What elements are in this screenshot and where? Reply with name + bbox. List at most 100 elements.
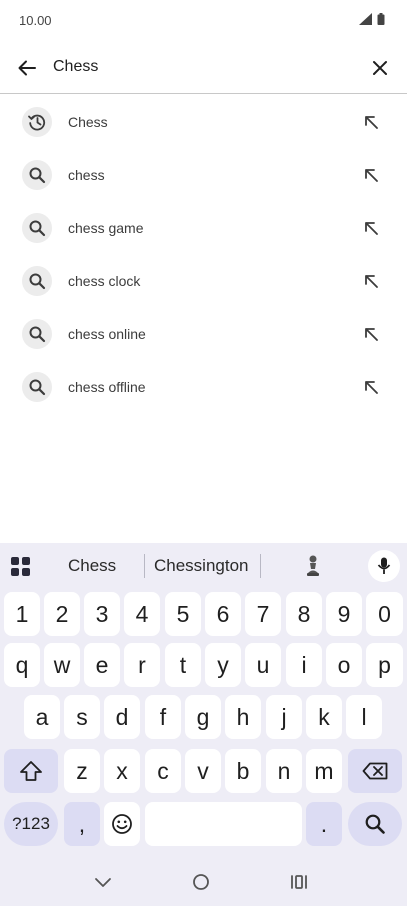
key-9[interactable]: 9 bbox=[326, 592, 362, 636]
key-g[interactable]: g bbox=[185, 695, 221, 739]
fill-query-button[interactable] bbox=[361, 324, 381, 344]
arrow-up-left-icon bbox=[365, 169, 378, 182]
status-icons bbox=[359, 13, 385, 25]
emoji-key[interactable] bbox=[104, 802, 140, 846]
key-l[interactable]: l bbox=[346, 695, 382, 739]
key-h[interactable]: h bbox=[225, 695, 261, 739]
emoji-icon bbox=[112, 814, 132, 834]
word-suggestion[interactable]: Chess bbox=[68, 556, 116, 576]
chess-pawn-icon[interactable] bbox=[303, 554, 323, 578]
suggestion-item[interactable]: chess clock bbox=[0, 254, 407, 307]
nav-back-button[interactable] bbox=[90, 870, 116, 894]
nav-home-button[interactable] bbox=[188, 870, 214, 894]
suggestion-item[interactable]: Chess bbox=[0, 95, 407, 148]
key-d[interactable]: d bbox=[104, 695, 140, 739]
suggestion-label: Chess bbox=[68, 114, 108, 130]
fill-query-button[interactable] bbox=[361, 218, 381, 238]
battery-icon bbox=[377, 13, 385, 25]
fill-query-button[interactable] bbox=[361, 377, 381, 397]
key-5[interactable]: 5 bbox=[165, 592, 201, 636]
key-v[interactable]: v bbox=[185, 749, 221, 793]
search-key[interactable] bbox=[348, 802, 402, 846]
key-6[interactable]: 6 bbox=[205, 592, 241, 636]
key-t[interactable]: t bbox=[165, 643, 201, 687]
suggestion-divider bbox=[260, 554, 261, 578]
backspace-key[interactable] bbox=[348, 749, 402, 793]
symbols-key[interactable]: ?123 bbox=[4, 802, 58, 846]
apps-grid-button[interactable] bbox=[10, 555, 32, 577]
key-k[interactable]: k bbox=[306, 695, 342, 739]
grid-icon bbox=[11, 557, 30, 576]
backspace-icon bbox=[362, 762, 388, 780]
arrow-up-left-icon bbox=[365, 328, 378, 341]
key-7[interactable]: 7 bbox=[245, 592, 281, 636]
search-icon bbox=[22, 160, 52, 190]
space-key[interactable] bbox=[145, 802, 302, 846]
suggestion-item[interactable]: chess bbox=[0, 148, 407, 201]
search-icon bbox=[22, 372, 52, 402]
key-r[interactable]: r bbox=[124, 643, 160, 687]
history-icon bbox=[22, 107, 52, 137]
search-icon bbox=[365, 814, 385, 834]
key-1[interactable]: 1 bbox=[4, 592, 40, 636]
key-z[interactable]: z bbox=[64, 749, 100, 793]
key-w[interactable]: w bbox=[44, 643, 80, 687]
voice-input-button[interactable] bbox=[368, 550, 400, 582]
key-j[interactable]: j bbox=[266, 695, 302, 739]
search-icon bbox=[22, 266, 52, 296]
comma-key[interactable]: , bbox=[64, 802, 100, 846]
recents-icon bbox=[291, 875, 307, 889]
suggestion-label: chess clock bbox=[68, 273, 141, 289]
suggestion-label: chess bbox=[68, 167, 105, 183]
key-2[interactable]: 2 bbox=[44, 592, 80, 636]
keyboard-suggestion-strip: Chess Chessington bbox=[0, 543, 407, 589]
arrow-up-left-icon bbox=[365, 381, 378, 394]
search-icon bbox=[22, 319, 52, 349]
key-q[interactable]: q bbox=[4, 643, 40, 687]
key-i[interactable]: i bbox=[286, 643, 322, 687]
home-circle-icon bbox=[193, 874, 209, 890]
key-4[interactable]: 4 bbox=[124, 592, 160, 636]
suggestion-item[interactable]: chess game bbox=[0, 201, 407, 254]
suggestion-item[interactable]: chess offline bbox=[0, 360, 407, 413]
word-suggestion[interactable]: Chessington bbox=[154, 556, 249, 576]
key-e[interactable]: e bbox=[84, 643, 120, 687]
key-m[interactable]: m bbox=[306, 749, 342, 793]
microphone-icon bbox=[377, 557, 391, 574]
period-key[interactable]: . bbox=[306, 802, 342, 846]
key-o[interactable]: o bbox=[326, 643, 362, 687]
key-u[interactable]: u bbox=[245, 643, 281, 687]
back-button[interactable] bbox=[12, 53, 42, 83]
fill-query-button[interactable] bbox=[361, 165, 381, 185]
key-3[interactable]: 3 bbox=[84, 592, 120, 636]
suggestion-list: Chess chess chess game chess clock chess… bbox=[0, 95, 407, 413]
key-8[interactable]: 8 bbox=[286, 592, 322, 636]
signal-icon bbox=[359, 13, 372, 25]
nav-recents-button[interactable] bbox=[286, 870, 312, 894]
suggestion-item[interactable]: chess online bbox=[0, 307, 407, 360]
shift-icon bbox=[20, 761, 42, 781]
shift-key[interactable] bbox=[4, 749, 58, 793]
key-0[interactable]: 0 bbox=[366, 592, 403, 636]
search-icon bbox=[22, 213, 52, 243]
arrow-up-left-icon bbox=[365, 116, 378, 129]
key-x[interactable]: x bbox=[104, 749, 140, 793]
clear-search-button[interactable] bbox=[365, 53, 395, 83]
key-n[interactable]: n bbox=[266, 749, 302, 793]
key-y[interactable]: y bbox=[205, 643, 241, 687]
key-s[interactable]: s bbox=[64, 695, 100, 739]
fill-query-button[interactable] bbox=[361, 271, 381, 291]
arrow-back-icon bbox=[18, 60, 36, 76]
suggestion-label: chess online bbox=[68, 326, 146, 342]
search-input[interactable]: Chess bbox=[53, 58, 98, 76]
key-b[interactable]: b bbox=[225, 749, 261, 793]
key-a[interactable]: a bbox=[24, 695, 60, 739]
key-c[interactable]: c bbox=[145, 749, 181, 793]
status-bar: 10.00 bbox=[0, 0, 407, 42]
arrow-up-left-icon bbox=[365, 222, 378, 235]
key-p[interactable]: p bbox=[366, 643, 403, 687]
fill-query-button[interactable] bbox=[361, 112, 381, 132]
key-f[interactable]: f bbox=[145, 695, 181, 739]
status-time: 10.00 bbox=[19, 13, 52, 28]
keyboard: Chess Chessington 1 2 3 4 5 6 7 8 9 0 q … bbox=[0, 543, 407, 906]
